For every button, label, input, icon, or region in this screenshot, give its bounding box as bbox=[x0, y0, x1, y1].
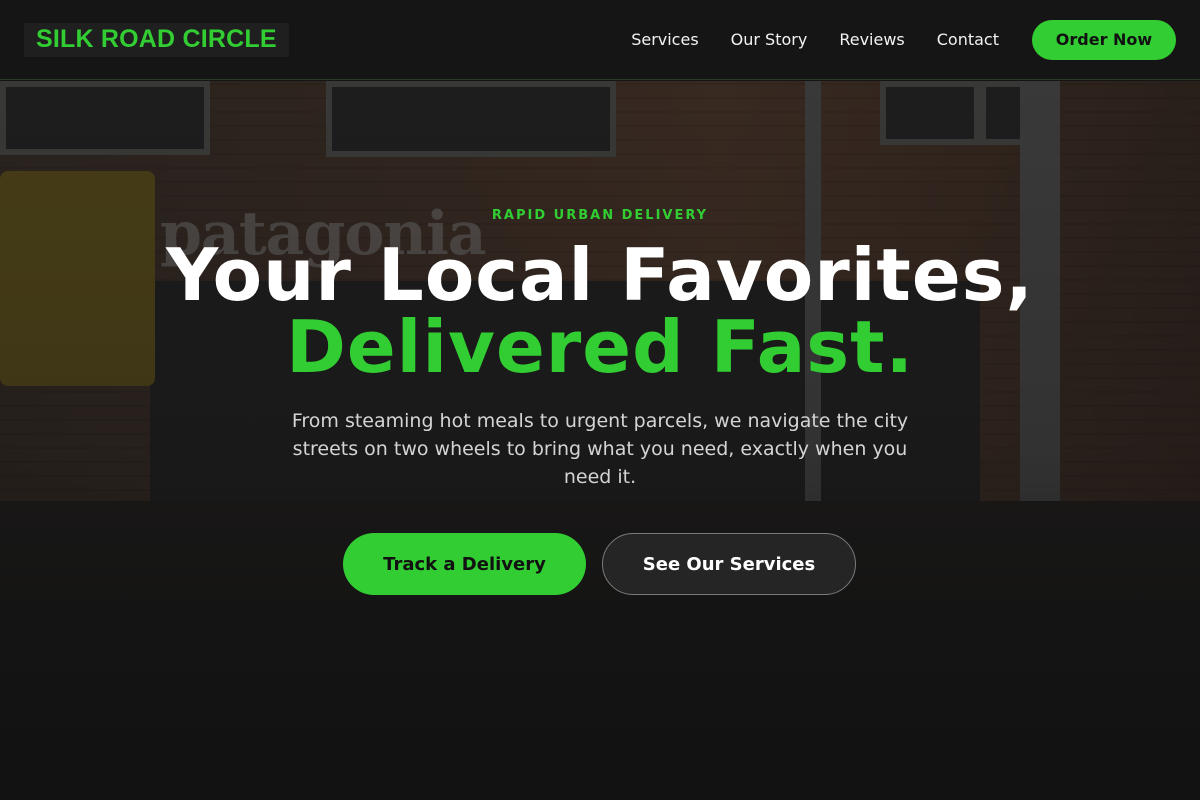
track-delivery-button[interactable]: Track a Delivery bbox=[343, 533, 586, 595]
hero-headline: Your Local Favorites, bbox=[166, 233, 1034, 317]
hero-headline-accent: Delivered Fast. bbox=[286, 305, 914, 389]
nav-link-our-story[interactable]: Our Story bbox=[731, 30, 808, 49]
nav-link-reviews[interactable]: Reviews bbox=[839, 30, 904, 49]
hero-eyebrow: RAPID URBAN DELIVERY bbox=[491, 208, 709, 223]
site-header: SILK ROAD CIRCLE Services Our Story Revi… bbox=[0, 0, 1200, 80]
hero-content: RAPID URBAN DELIVERY Your Local Favorite… bbox=[0, 81, 1200, 800]
nav-link-services[interactable]: Services bbox=[631, 30, 698, 49]
see-services-button[interactable]: See Our Services bbox=[602, 533, 856, 595]
hero-subtext: From steaming hot meals to urgent parcel… bbox=[291, 410, 909, 488]
hero-section: patagonia RAPID URBAN DELIVERY Your Loca… bbox=[0, 81, 1200, 800]
brand-logo[interactable]: SILK ROAD CIRCLE bbox=[24, 22, 289, 57]
main-nav: Services Our Story Reviews Contact Order… bbox=[631, 19, 1176, 60]
order-now-button[interactable]: Order Now bbox=[1032, 19, 1176, 60]
nav-link-contact[interactable]: Contact bbox=[937, 30, 999, 49]
